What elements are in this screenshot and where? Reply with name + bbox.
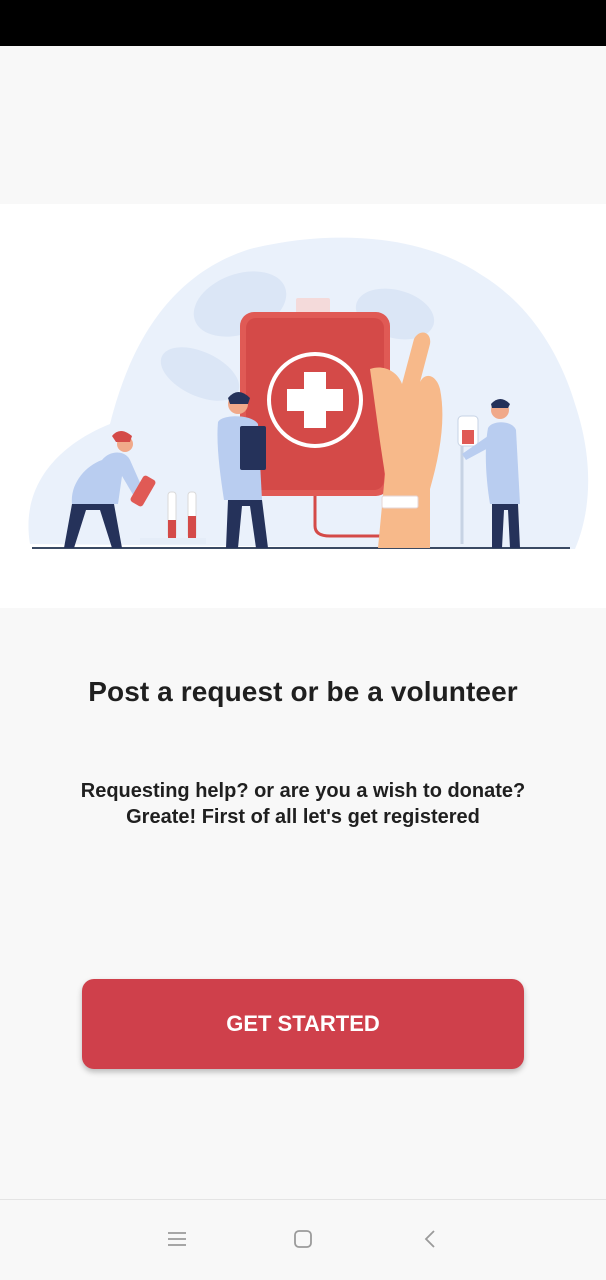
- system-navigation-bar: [0, 1199, 606, 1280]
- subtitle-line-2: Greate! First of all let's get registere…: [126, 806, 480, 828]
- home-square-icon: [294, 1230, 312, 1248]
- back-button[interactable]: [415, 1224, 445, 1254]
- blood-donation-illustration-icon: [28, 237, 589, 549]
- onboarding-title: Post a request or be a volunteer: [88, 676, 518, 707]
- back-chevron-icon: [424, 1230, 435, 1248]
- recent-apps-button[interactable]: [162, 1224, 192, 1254]
- get-started-button[interactable]: GET STARTED: [82, 979, 524, 1069]
- menu-icon: [168, 1232, 186, 1246]
- onboarding-subtitle: Requesting help? or are you a wish to do…: [40, 778, 566, 830]
- hero-illustration: [0, 204, 606, 608]
- home-button[interactable]: [288, 1224, 318, 1254]
- subtitle-line-1: Requesting help? or are you a wish to do…: [80, 780, 526, 802]
- status-bar: [0, 0, 606, 46]
